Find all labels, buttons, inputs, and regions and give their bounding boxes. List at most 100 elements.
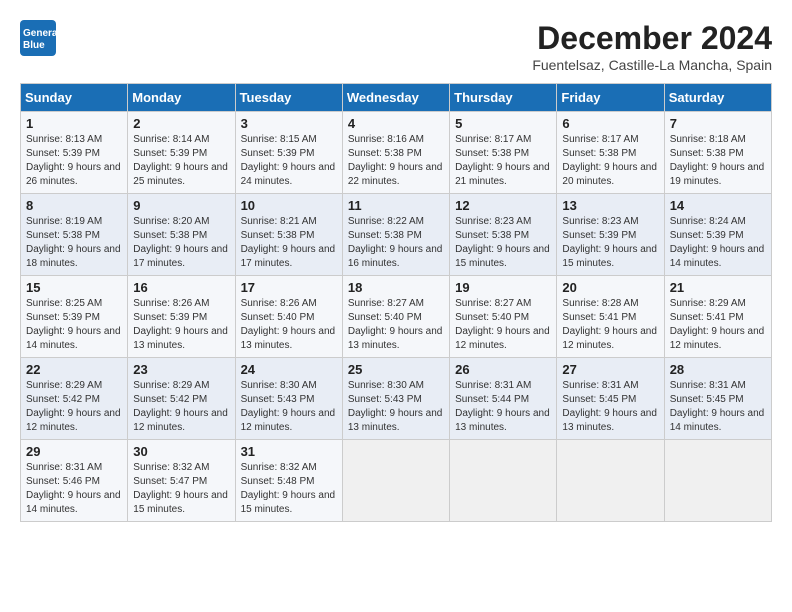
calendar-cell: 31 Sunrise: 8:32 AMSunset: 5:48 PMDaylig…: [235, 440, 342, 522]
cell-info: Sunrise: 8:26 AMSunset: 5:40 PMDaylight:…: [241, 297, 337, 353]
day-number: 21: [670, 280, 766, 295]
day-number: 26: [455, 362, 551, 377]
day-number: 27: [562, 362, 658, 377]
calendar-cell: [450, 440, 557, 522]
cell-info: Sunrise: 8:29 AMSunset: 5:42 PMDaylight:…: [26, 379, 122, 435]
day-number: 9: [133, 198, 229, 213]
col-tuesday: Tuesday: [235, 84, 342, 112]
calendar-cell: 10 Sunrise: 8:21 AMSunset: 5:38 PMDaylig…: [235, 194, 342, 276]
day-number: 10: [241, 198, 337, 213]
day-number: 31: [241, 444, 337, 459]
calendar-cell: 29 Sunrise: 8:31 AMSunset: 5:46 PMDaylig…: [21, 440, 128, 522]
cell-info: Sunrise: 8:26 AMSunset: 5:39 PMDaylight:…: [133, 297, 229, 353]
title-block: December 2024 Fuentelsaz, Castille-La Ma…: [532, 20, 772, 73]
page-header: General Blue December 2024 Fuentelsaz, C…: [20, 20, 772, 73]
col-monday: Monday: [128, 84, 235, 112]
day-number: 17: [241, 280, 337, 295]
calendar-cell: 26 Sunrise: 8:31 AMSunset: 5:44 PMDaylig…: [450, 358, 557, 440]
calendar-cell: 17 Sunrise: 8:26 AMSunset: 5:40 PMDaylig…: [235, 276, 342, 358]
cell-info: Sunrise: 8:21 AMSunset: 5:38 PMDaylight:…: [241, 215, 337, 271]
cell-info: Sunrise: 8:25 AMSunset: 5:39 PMDaylight:…: [26, 297, 122, 353]
location: Fuentelsaz, Castille-La Mancha, Spain: [532, 57, 772, 73]
cell-info: Sunrise: 8:31 AMSunset: 5:46 PMDaylight:…: [26, 461, 122, 517]
calendar-cell: 24 Sunrise: 8:30 AMSunset: 5:43 PMDaylig…: [235, 358, 342, 440]
day-number: 2: [133, 116, 229, 131]
cell-info: Sunrise: 8:27 AMSunset: 5:40 PMDaylight:…: [348, 297, 444, 353]
calendar-header-row: Sunday Monday Tuesday Wednesday Thursday…: [21, 84, 772, 112]
calendar-cell: 23 Sunrise: 8:29 AMSunset: 5:42 PMDaylig…: [128, 358, 235, 440]
calendar-cell: 19 Sunrise: 8:27 AMSunset: 5:40 PMDaylig…: [450, 276, 557, 358]
cell-info: Sunrise: 8:18 AMSunset: 5:38 PMDaylight:…: [670, 133, 766, 189]
day-number: 20: [562, 280, 658, 295]
cell-info: Sunrise: 8:23 AMSunset: 5:38 PMDaylight:…: [455, 215, 551, 271]
col-thursday: Thursday: [450, 84, 557, 112]
cell-info: Sunrise: 8:27 AMSunset: 5:40 PMDaylight:…: [455, 297, 551, 353]
day-number: 4: [348, 116, 444, 131]
svg-text:Blue: Blue: [23, 40, 45, 51]
day-number: 6: [562, 116, 658, 131]
calendar-cell: 16 Sunrise: 8:26 AMSunset: 5:39 PMDaylig…: [128, 276, 235, 358]
cell-info: Sunrise: 8:17 AMSunset: 5:38 PMDaylight:…: [455, 133, 551, 189]
month-year: December 2024: [532, 20, 772, 57]
calendar-cell: 12 Sunrise: 8:23 AMSunset: 5:38 PMDaylig…: [450, 194, 557, 276]
day-number: 22: [26, 362, 122, 377]
calendar-week-4: 22 Sunrise: 8:29 AMSunset: 5:42 PMDaylig…: [21, 358, 772, 440]
calendar-cell: 3 Sunrise: 8:15 AMSunset: 5:39 PMDayligh…: [235, 112, 342, 194]
day-number: 18: [348, 280, 444, 295]
day-number: 5: [455, 116, 551, 131]
calendar-cell: [557, 440, 664, 522]
cell-info: Sunrise: 8:16 AMSunset: 5:38 PMDaylight:…: [348, 133, 444, 189]
day-number: 3: [241, 116, 337, 131]
calendar-cell: 18 Sunrise: 8:27 AMSunset: 5:40 PMDaylig…: [342, 276, 449, 358]
day-number: 8: [26, 198, 122, 213]
col-friday: Friday: [557, 84, 664, 112]
cell-info: Sunrise: 8:30 AMSunset: 5:43 PMDaylight:…: [348, 379, 444, 435]
cell-info: Sunrise: 8:32 AMSunset: 5:48 PMDaylight:…: [241, 461, 337, 517]
cell-info: Sunrise: 8:19 AMSunset: 5:38 PMDaylight:…: [26, 215, 122, 271]
calendar-cell: 21 Sunrise: 8:29 AMSunset: 5:41 PMDaylig…: [664, 276, 771, 358]
cell-info: Sunrise: 8:29 AMSunset: 5:41 PMDaylight:…: [670, 297, 766, 353]
calendar-cell: 1 Sunrise: 8:13 AMSunset: 5:39 PMDayligh…: [21, 112, 128, 194]
cell-info: Sunrise: 8:31 AMSunset: 5:45 PMDaylight:…: [562, 379, 658, 435]
cell-info: Sunrise: 8:31 AMSunset: 5:45 PMDaylight:…: [670, 379, 766, 435]
calendar-cell: 30 Sunrise: 8:32 AMSunset: 5:47 PMDaylig…: [128, 440, 235, 522]
logo: General Blue: [20, 20, 56, 56]
day-number: 28: [670, 362, 766, 377]
day-number: 1: [26, 116, 122, 131]
calendar-cell: 2 Sunrise: 8:14 AMSunset: 5:39 PMDayligh…: [128, 112, 235, 194]
cell-info: Sunrise: 8:30 AMSunset: 5:43 PMDaylight:…: [241, 379, 337, 435]
calendar-week-2: 8 Sunrise: 8:19 AMSunset: 5:38 PMDayligh…: [21, 194, 772, 276]
cell-info: Sunrise: 8:17 AMSunset: 5:38 PMDaylight:…: [562, 133, 658, 189]
cell-info: Sunrise: 8:31 AMSunset: 5:44 PMDaylight:…: [455, 379, 551, 435]
day-number: 25: [348, 362, 444, 377]
calendar-cell: 15 Sunrise: 8:25 AMSunset: 5:39 PMDaylig…: [21, 276, 128, 358]
calendar-cell: 7 Sunrise: 8:18 AMSunset: 5:38 PMDayligh…: [664, 112, 771, 194]
calendar-week-3: 15 Sunrise: 8:25 AMSunset: 5:39 PMDaylig…: [21, 276, 772, 358]
day-number: 23: [133, 362, 229, 377]
calendar-cell: 5 Sunrise: 8:17 AMSunset: 5:38 PMDayligh…: [450, 112, 557, 194]
calendar-week-5: 29 Sunrise: 8:31 AMSunset: 5:46 PMDaylig…: [21, 440, 772, 522]
calendar-cell: 6 Sunrise: 8:17 AMSunset: 5:38 PMDayligh…: [557, 112, 664, 194]
col-wednesday: Wednesday: [342, 84, 449, 112]
cell-info: Sunrise: 8:28 AMSunset: 5:41 PMDaylight:…: [562, 297, 658, 353]
day-number: 16: [133, 280, 229, 295]
cell-info: Sunrise: 8:13 AMSunset: 5:39 PMDaylight:…: [26, 133, 122, 189]
cell-info: Sunrise: 8:24 AMSunset: 5:39 PMDaylight:…: [670, 215, 766, 271]
calendar-cell: 28 Sunrise: 8:31 AMSunset: 5:45 PMDaylig…: [664, 358, 771, 440]
calendar-week-1: 1 Sunrise: 8:13 AMSunset: 5:39 PMDayligh…: [21, 112, 772, 194]
day-number: 7: [670, 116, 766, 131]
day-number: 30: [133, 444, 229, 459]
calendar-cell: 4 Sunrise: 8:16 AMSunset: 5:38 PMDayligh…: [342, 112, 449, 194]
col-saturday: Saturday: [664, 84, 771, 112]
day-number: 29: [26, 444, 122, 459]
calendar-cell: 22 Sunrise: 8:29 AMSunset: 5:42 PMDaylig…: [21, 358, 128, 440]
col-sunday: Sunday: [21, 84, 128, 112]
day-number: 19: [455, 280, 551, 295]
cell-info: Sunrise: 8:23 AMSunset: 5:39 PMDaylight:…: [562, 215, 658, 271]
logo-icon: General Blue: [20, 20, 56, 56]
day-number: 15: [26, 280, 122, 295]
svg-text:General: General: [23, 28, 56, 39]
day-number: 14: [670, 198, 766, 213]
cell-info: Sunrise: 8:29 AMSunset: 5:42 PMDaylight:…: [133, 379, 229, 435]
cell-info: Sunrise: 8:14 AMSunset: 5:39 PMDaylight:…: [133, 133, 229, 189]
